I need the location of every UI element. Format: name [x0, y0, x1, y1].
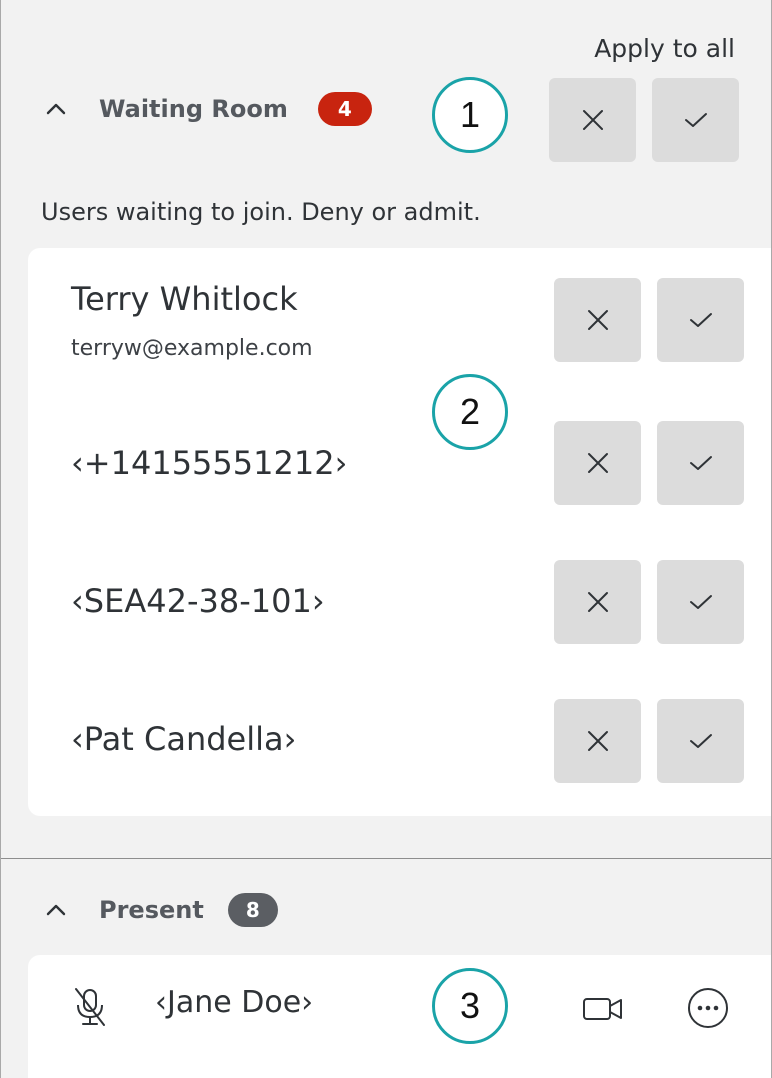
- deny-button[interactable]: [554, 699, 641, 783]
- close-icon: [587, 592, 608, 612]
- mic-off-icon[interactable]: [66, 983, 114, 1031]
- deny-all-button[interactable]: [549, 78, 636, 162]
- waiting-room-title: Waiting Room: [99, 95, 288, 123]
- video-camera-icon[interactable]: [579, 985, 627, 1033]
- attendee-name: ‹Jane Doe›: [155, 985, 314, 1020]
- callout-3: 3: [432, 968, 508, 1044]
- admit-button[interactable]: [657, 560, 744, 644]
- admit-button[interactable]: [657, 421, 744, 505]
- admit-button[interactable]: [657, 278, 744, 362]
- check-icon: [689, 595, 712, 609]
- deny-button[interactable]: [554, 278, 641, 362]
- user-name: ‹Pat Candella›: [71, 720, 297, 758]
- callout-1: 1: [432, 77, 508, 153]
- waiting-room-header: Waiting Room 4: [41, 92, 372, 126]
- admit-button[interactable]: [657, 699, 744, 783]
- close-icon: [587, 453, 608, 473]
- check-icon: [684, 113, 707, 127]
- present-count-badge: 8: [227, 893, 278, 927]
- section-divider: [1, 858, 771, 859]
- deny-button[interactable]: [554, 560, 641, 644]
- present-header: Present 8: [41, 893, 278, 927]
- user-name: ‹+14155551212›: [71, 444, 348, 482]
- chevron-up-icon[interactable]: [41, 895, 71, 925]
- close-icon: [587, 731, 608, 751]
- user-name: ‹SEA42-38-101›: [71, 582, 325, 620]
- check-icon: [689, 734, 712, 748]
- user-name: Terry Whitlock: [71, 280, 298, 318]
- present-attendee-list: ‹Jane Doe›: [28, 955, 771, 1078]
- admit-all-button[interactable]: [652, 78, 739, 162]
- roster-panel: Apply to all Waiting Room 4 1 Users wait…: [0, 0, 772, 1078]
- present-title: Present: [99, 896, 204, 924]
- apply-to-all-label: Apply to all: [594, 34, 735, 63]
- deny-button[interactable]: [554, 421, 641, 505]
- more-options-icon[interactable]: [684, 984, 732, 1032]
- waiting-room-helper-text: Users waiting to join. Deny or admit.: [41, 198, 481, 226]
- waiting-count-badge: 4: [317, 92, 372, 126]
- check-icon: [689, 313, 712, 327]
- callout-2: 2: [432, 374, 508, 450]
- check-icon: [689, 456, 712, 470]
- close-icon: [582, 110, 603, 130]
- chevron-up-icon[interactable]: [41, 94, 71, 124]
- waiting-users-list: Terry Whitlock terryw@example.com ‹+1415…: [28, 248, 771, 816]
- close-icon: [587, 310, 608, 330]
- user-email: terryw@example.com: [71, 336, 313, 361]
